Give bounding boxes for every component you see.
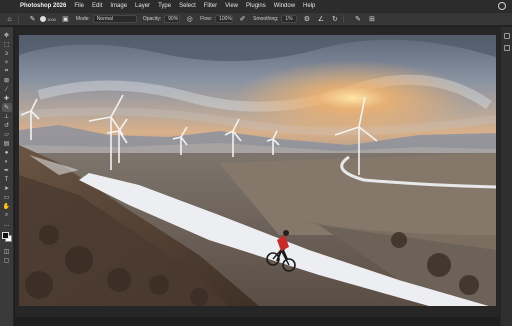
pressure-size-icon[interactable]: ✎ xyxy=(353,15,362,24)
marquee-icon[interactable]: ⬚ xyxy=(2,40,12,49)
lasso-icon[interactable]: ↄ xyxy=(2,49,12,58)
smoothing-label: Smoothing: xyxy=(253,16,279,22)
panel-collapse-icon[interactable] xyxy=(504,33,510,39)
document-workspace xyxy=(15,27,500,326)
move-icon[interactable]: ✥ xyxy=(2,31,12,40)
type-icon[interactable]: T xyxy=(2,175,12,184)
menu-help[interactable]: Help xyxy=(303,3,315,9)
menu-plugins[interactable]: Plugins xyxy=(246,3,266,9)
brush-settings-icon[interactable]: ▣ xyxy=(61,15,70,24)
blur-icon[interactable]: ● xyxy=(2,148,12,157)
crop-icon[interactable]: ⌗ xyxy=(2,67,12,76)
hand-icon[interactable]: ✋ xyxy=(2,202,12,211)
menu-edit[interactable]: Edit xyxy=(92,3,102,9)
screen-mode-icon[interactable]: ▢ xyxy=(2,256,12,265)
menu-layer[interactable]: Layer xyxy=(135,3,150,9)
flow-label: Flow: xyxy=(200,16,213,22)
pen-icon[interactable]: ✒ xyxy=(2,166,12,175)
menu-type[interactable]: Type xyxy=(158,3,171,9)
divider xyxy=(18,15,19,23)
opacity-label: Opacity: xyxy=(142,16,162,22)
flow-field[interactable]: 100% xyxy=(215,15,234,23)
foreground-color-swatch[interactable] xyxy=(1,232,9,239)
document-canvas[interactable] xyxy=(19,35,496,306)
tools-panel: ✥ ⬚ ↄ ✧ ⌗ ⊠ ⁄ ✚ ✎ ⊥ ↺ ▱ ▤ ● ◐ ✒ T ➤ ▭ ✋ … xyxy=(0,27,14,326)
quick-mask-icon[interactable]: ◫ xyxy=(2,247,12,256)
panel-layers-icon[interactable] xyxy=(504,45,510,51)
status-bar xyxy=(15,317,500,326)
angle-icon[interactable]: ∠ xyxy=(316,15,325,24)
gradient-icon[interactable]: ▤ xyxy=(2,139,12,148)
menu-select[interactable]: Select xyxy=(179,3,196,9)
angle-value-icon[interactable]: ↻ xyxy=(330,15,339,24)
menu-app-name[interactable]: Photoshop 2026 xyxy=(20,3,66,9)
brush-size-value[interactable]: 1000 xyxy=(47,17,56,22)
magic-wand-icon[interactable]: ✧ xyxy=(2,58,12,67)
opacity-field[interactable]: 90% xyxy=(164,15,181,23)
brush-preview-icon[interactable] xyxy=(40,16,46,22)
photo-cyclist-wind-farm xyxy=(19,35,496,306)
brush-icon[interactable]: ✎ xyxy=(1,103,12,112)
mode-select[interactable]: Normal xyxy=(92,15,137,23)
menu-filter[interactable]: Filter xyxy=(204,3,217,9)
home-icon[interactable]: ⌂ xyxy=(5,15,14,24)
divider xyxy=(343,15,345,23)
frame-icon[interactable]: ⊠ xyxy=(2,76,12,85)
clone-stamp-icon[interactable]: ⊥ xyxy=(2,112,12,121)
smoothing-options-gear-icon[interactable]: ⚙ xyxy=(302,15,311,24)
eraser-icon[interactable]: ▱ xyxy=(2,130,12,139)
dodge-icon[interactable]: ◐ xyxy=(2,157,12,166)
menu-file[interactable]: File xyxy=(74,3,84,9)
history-brush-icon[interactable]: ↺ xyxy=(2,121,12,130)
menu-window[interactable]: Window xyxy=(274,3,295,9)
menu-image[interactable]: Image xyxy=(110,3,127,9)
brush-tool-preset-icon[interactable]: ✎ xyxy=(28,15,37,24)
airbrush-icon[interactable]: ✐ xyxy=(238,15,247,24)
color-swatches[interactable] xyxy=(1,232,12,243)
zoom-icon[interactable]: ⌕ xyxy=(2,211,12,220)
menu-bar: Photoshop 2026 File Edit Image Layer Typ… xyxy=(0,0,512,12)
symmetry-icon[interactable]: ⊞ xyxy=(367,15,376,24)
menu-view[interactable]: View xyxy=(225,3,238,9)
healing-icon[interactable]: ✚ xyxy=(2,94,12,103)
shape-icon[interactable]: ▭ xyxy=(2,193,12,202)
panels-strip xyxy=(500,27,512,326)
eyedropper-icon[interactable]: ⁄ xyxy=(2,85,12,94)
more-tools-icon[interactable]: … xyxy=(2,220,12,229)
path-select-icon[interactable]: ➤ xyxy=(2,184,12,193)
creative-cloud-icon[interactable] xyxy=(498,2,506,10)
pressure-opacity-icon[interactable]: ◎ xyxy=(185,15,194,24)
options-bar: ⌂ ✎ 1000 ▣ Mode: Normal Opacity: 90% ◎ F… xyxy=(0,12,512,26)
mode-label: Mode: xyxy=(75,16,90,22)
smoothing-field[interactable]: 1% xyxy=(281,15,298,23)
